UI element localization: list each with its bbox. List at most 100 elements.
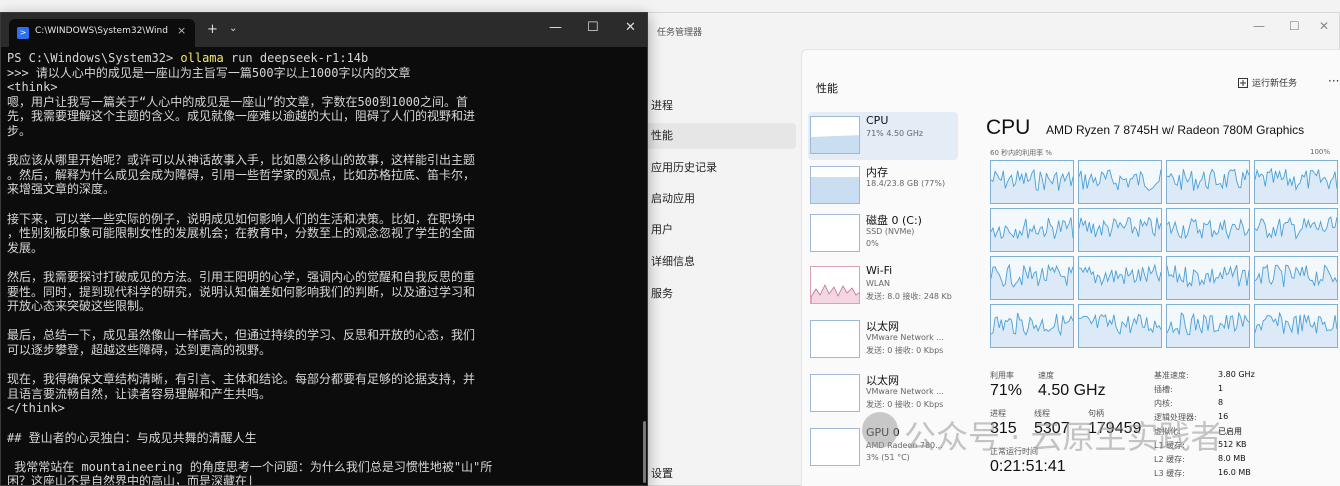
- watermark-text: 公众号 · 云原生实践者: [862, 412, 1223, 458]
- resource-memory[interactable]: 内存 18.4/23.8 GB (77%): [808, 162, 958, 210]
- terminal-line: 步。: [7, 124, 32, 138]
- terminal-output[interactable]: PS C:\Windows\System32> ollama run deeps…: [7, 51, 607, 485]
- nav-services[interactable]: 服务: [641, 281, 796, 307]
- core-graph-area: [1079, 265, 1161, 299]
- maximize-button[interactable]: ☐: [1289, 19, 1300, 33]
- wifi-thumbnail: [810, 266, 860, 304]
- new-tab-button[interactable]: +: [207, 22, 218, 37]
- run-task-icon: [1238, 77, 1248, 88]
- resource-name: 以太网: [866, 320, 899, 333]
- maximize-button[interactable]: ☐: [587, 20, 599, 35]
- watermark-label: 公众号 · 云原生实践者: [904, 418, 1223, 456]
- terminal-window: > C:\WINDOWS\System32\Wind × + ⌄ — ☐ ✕ P…: [0, 12, 648, 486]
- cpu-model-name: AMD Ryzen 7 8745H w/ Radeon 780M Graphic…: [1046, 123, 1305, 137]
- command-args: run deepseek-r1:14b: [223, 51, 369, 65]
- utilization-value: 71%: [990, 382, 1023, 399]
- close-button[interactable]: ✕: [625, 20, 636, 35]
- spec-value: 3.80 GHz: [1218, 370, 1255, 379]
- tab-title: C:\WINDOWS\System32\Wind: [35, 26, 168, 36]
- core-graph: [990, 160, 1074, 204]
- terminal-scrollbar[interactable]: [643, 421, 646, 483]
- resource-detail: VMware Network ...: [866, 333, 944, 342]
- core-graph: [1078, 208, 1162, 252]
- nav-performance[interactable]: 性能: [641, 123, 796, 149]
- powershell-icon: >: [17, 27, 29, 39]
- core-graph: [1254, 304, 1338, 348]
- speed-label: 速度: [1038, 371, 1054, 380]
- more-options-icon[interactable]: ···: [1328, 74, 1339, 88]
- resource-detail: SSD (NVMe): [866, 227, 915, 236]
- resource-disk[interactable]: 磁盘 0 (C:) SSD (NVMe) 0%: [808, 210, 958, 258]
- resource-name: 磁盘 0 (C:): [866, 214, 922, 227]
- desktop: 任务管理器 — ☐ ✕ 进程 性能 应用历史记录 启动应用 用户 详细信息 服务…: [0, 0, 1340, 486]
- core-graph: [990, 208, 1074, 252]
- spec-key: 基准速度:: [1154, 371, 1189, 380]
- section-title: 性能: [816, 82, 838, 95]
- resource-detail-2: 0%: [866, 239, 879, 248]
- terminal-line: >>> 请以人心中的成见是一座山为主旨写一篇500字以上1000字以内的文章: [7, 65, 411, 80]
- terminal-line: 嗯，用户让我写一篇关于“人心中的成见是一座山”的文章，字数在500到1000之间…: [7, 94, 469, 109]
- terminal-line: 可以逐步攀登，超越这些障碍，达到更高的视野。: [7, 343, 272, 357]
- terminal-line: ，性别刻板印象可能限制女性的发展机会；在教育中，分数至上的观念忽视了学生的全面: [7, 226, 476, 241]
- resource-name: 以太网: [866, 374, 899, 387]
- terminal-line: 且语言要流畅自然，让读者容易理解和产生共鸣。: [7, 386, 272, 401]
- nav-settings[interactable]: 设置: [641, 461, 796, 486]
- core-graph: [1078, 256, 1162, 300]
- nav-processes[interactable]: 进程: [641, 93, 796, 119]
- nav-users[interactable]: 用户: [641, 217, 796, 243]
- speed-value: 4.50 GHz: [1038, 382, 1106, 399]
- nav-details[interactable]: 详细信息: [641, 249, 796, 275]
- terminal-line: 接下来，可以举一些实际的例子，说明成见如何影响人们的生活和决策。比如，在职场中: [7, 211, 476, 226]
- resource-cpu[interactable]: CPU 71% 4.50 GHz: [808, 112, 958, 160]
- core-graph: [1078, 304, 1162, 348]
- minimize-button[interactable]: —: [549, 20, 562, 35]
- core-graph: [1166, 256, 1250, 300]
- spec-value: 16.0 MB: [1218, 468, 1251, 477]
- spec-value: 1: [1218, 384, 1224, 393]
- core-graph-area: [991, 170, 1073, 203]
- terminal-line: 我应该从哪里开始呢？或许可以从神话故事入手，比如愚公移山的故事，这样能引出主题: [7, 153, 476, 168]
- run-new-task-label: 运行新任务: [1252, 79, 1298, 89]
- spec-key: L3 缓存:: [1154, 469, 1185, 478]
- core-graph: [990, 256, 1074, 300]
- resource-wifi[interactable]: Wi-Fi WLAN 发送: 8.0 接收: 248 Kb: [808, 262, 958, 310]
- spec-value: 8: [1218, 398, 1224, 407]
- terminal-tab[interactable]: > C:\WINDOWS\System32\Wind ×: [9, 19, 195, 47]
- nav-app-history[interactable]: 应用历史记录: [641, 155, 796, 181]
- run-new-task-button[interactable]: 运行新任务: [1238, 76, 1297, 89]
- resource-ethernet-2[interactable]: 以太网 VMware Network ... 发送: 0 接收: 0 Kbps: [808, 370, 958, 418]
- terminal-line: 困？这座山不是自然界中的高山，而是深藏在|: [7, 474, 255, 485]
- terminal-line: 来增强文章的深度。: [7, 182, 116, 197]
- resource-name: 内存: [866, 166, 888, 179]
- close-button[interactable]: ✕: [1319, 19, 1329, 33]
- core-graph: [990, 304, 1074, 348]
- resource-name: Wi-Fi: [866, 264, 893, 277]
- core-graph: [1078, 160, 1162, 204]
- spec-key: 内核:: [1154, 399, 1173, 408]
- terminal-line: 。然后，解释为什么成见会成为障碍，引用一些哲学家的观点，比如苏格拉底、笛卡尔，: [7, 167, 476, 182]
- nav-startup-apps[interactable]: 启动应用: [641, 186, 796, 212]
- resource-detail-2: 发送: 8.0 接收: 248 Kb: [866, 292, 952, 301]
- terminal-line: 要性。同时，提到现代科学的研究，说明认知偏差如何影响我们的判断，以及通过学习和: [7, 284, 476, 299]
- resource-ethernet-1[interactable]: 以太网 VMware Network ... 发送: 0 接收: 0 Kbps: [808, 316, 958, 364]
- resource-detail-2: 发送: 0 接收: 0 Kbps: [866, 400, 944, 409]
- graph-max-label: 100%: [1310, 148, 1331, 156]
- tab-dropdown-icon[interactable]: ⌄: [229, 23, 237, 34]
- core-graph: [1254, 160, 1338, 204]
- core-graph: [1166, 304, 1250, 348]
- terminal-line: </think>: [7, 401, 65, 416]
- terminal-prompt-line: PS C:\Windows\System32> ollama run deeps…: [7, 51, 368, 65]
- tab-close-icon[interactable]: ×: [177, 24, 186, 37]
- resource-detail: 71% 4.50 GHz: [866, 129, 924, 138]
- minimize-button[interactable]: —: [1253, 19, 1265, 33]
- core-graph: [1166, 160, 1250, 204]
- gpu-thumbnail: [810, 428, 860, 466]
- memory-thumbnail: [810, 166, 860, 204]
- core-graph: [1166, 208, 1250, 252]
- uptime-value: 0:21:51:41: [990, 458, 1066, 475]
- terminal-line: 发展。: [7, 240, 44, 255]
- core-graph: [1254, 208, 1338, 252]
- spec-key: 插槽:: [1154, 385, 1173, 394]
- core-graph: [1254, 256, 1338, 300]
- resource-name: CPU: [866, 114, 889, 127]
